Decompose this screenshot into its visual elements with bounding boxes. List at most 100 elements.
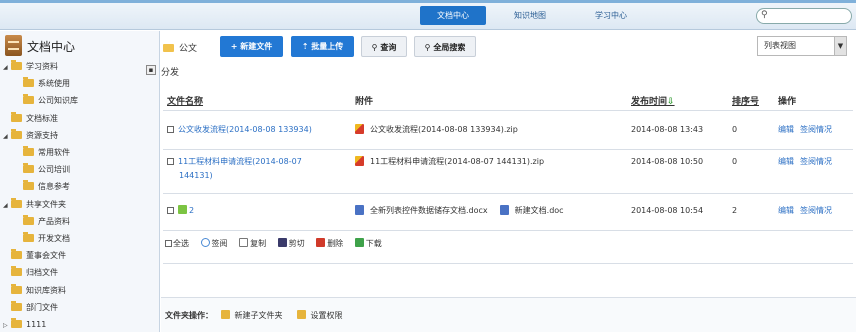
row-divider	[163, 193, 853, 194]
tree-item-label: 1111	[26, 320, 47, 329]
folder-subtitle: 分发	[161, 68, 180, 78]
word-doc-icon	[499, 205, 509, 215]
col-header-attachment: 附件	[355, 97, 374, 107]
attachment-link[interactable]: 新建文档.doc	[515, 206, 564, 215]
topnav-learning-center[interactable]: 学习中心	[578, 6, 644, 25]
tree-toggle-icon[interactable]: ◢	[3, 199, 11, 213]
tree-item[interactable]: 公司知识库	[15, 94, 78, 108]
tree-item[interactable]: ◢ 共享文件夹	[3, 197, 66, 213]
new-subfolder-button[interactable]: 新建子文件夹	[221, 310, 283, 321]
tree-item[interactable]: 文档标准	[3, 111, 58, 126]
tree-item-label: 公司培训	[38, 165, 70, 175]
edit-link[interactable]: 编辑	[778, 155, 794, 169]
file-name-cell: 2	[167, 204, 347, 218]
file-name-link-cont[interactable]: 144131)	[167, 171, 213, 180]
sign-status-link[interactable]: 签阅情况	[800, 204, 832, 218]
sign-button[interactable]: 签阅	[200, 237, 228, 251]
tree-toggle-icon[interactable]: ◢	[3, 61, 11, 75]
download-button[interactable]: 下载	[354, 237, 382, 251]
edit-link[interactable]: 编辑	[778, 123, 794, 137]
attachment-cell: 公文收发流程(2014-08-08 133934).zip	[355, 123, 530, 137]
scissors-icon	[277, 238, 287, 247]
collapse-toggle-icon[interactable]: ▪	[146, 65, 156, 75]
tree-item[interactable]: ◢ 学习资料	[3, 60, 58, 74]
sidebar-header: 文档中心	[0, 31, 159, 61]
edit-link[interactable]: 编辑	[778, 204, 794, 218]
top-stripe	[0, 0, 856, 3]
sign-status-link[interactable]: 签阅情况	[800, 123, 832, 137]
batch-upload-button[interactable]: ⇡ 批量上传	[291, 36, 354, 57]
publish-time-cell: 2014-08-08 13:43	[631, 125, 704, 134]
new-file-button[interactable]: + 新建文件	[220, 36, 283, 57]
folder-icon	[23, 180, 34, 191]
tree-item[interactable]: ◢ 资源支持	[3, 128, 58, 144]
folder-operations-bar: 文件夹操作： 新建子文件夹 设置权限	[161, 297, 856, 332]
topnav-doc-center-label: 文档中心	[437, 11, 469, 20]
tree-item[interactable]: 产品资料	[15, 214, 70, 229]
folder-icon	[23, 214, 34, 225]
tree-item[interactable]: 知识库资料	[3, 283, 66, 298]
folder-icon	[11, 283, 22, 294]
new-subfolder-label: 新建子文件夹	[234, 311, 283, 320]
fulltext-search-button[interactable]: ⚲ 全局搜索	[414, 36, 476, 57]
copy-button[interactable]: 复制	[239, 237, 266, 251]
tree-toggle-icon[interactable]: ◢	[3, 130, 11, 144]
delete-button[interactable]: 删除	[316, 237, 343, 251]
fulltext-search-icon: ⚲	[424, 43, 431, 52]
download-label: 下载	[365, 239, 382, 248]
col-header-order[interactable]: 排序号	[732, 94, 759, 107]
topnav-learning-center-label: 学习中心	[595, 11, 627, 20]
file-name-cell: 11工程材料申请流程(2014-08-07 144131)	[167, 155, 347, 183]
attachment-link[interactable]: 全新列表控件数据储存文档.docx	[370, 206, 488, 215]
folder-open-icon	[163, 44, 174, 52]
tree-item[interactable]: 信息参考	[15, 180, 70, 194]
row-checkbox[interactable]	[167, 207, 174, 214]
file-name-link[interactable]: 11工程材料申请流程(2014-08-07	[178, 157, 302, 166]
folder-icon	[11, 249, 22, 260]
folder-icon	[23, 232, 34, 242]
tree-toggle-icon[interactable]: ▷	[3, 319, 11, 332]
delete-label: 删除	[327, 239, 344, 248]
tree-item[interactable]: 系统使用	[15, 77, 70, 91]
chevron-down-icon: ▼	[834, 37, 846, 55]
checkbox-icon	[165, 240, 172, 247]
file-name-link[interactable]: 公文收发流程(2014-08-08 133934)	[178, 125, 312, 134]
tree-item-label: 学习资料	[26, 62, 58, 71]
top-search-input[interactable]	[771, 10, 847, 22]
sidebar-title: 文档中心	[27, 40, 76, 54]
tree-item[interactable]: 开发文档	[15, 232, 70, 246]
tree-item[interactable]: 公司培训	[15, 163, 70, 177]
attachment-cell: 11工程材料申请流程(2014-08-07 144131).zip	[355, 155, 556, 169]
col-header-publish-time-label: 发布时间	[631, 97, 668, 107]
sign-status-link[interactable]: 签阅情况	[800, 155, 832, 169]
tree-item-label: 董事会文件	[26, 251, 66, 261]
row-checkbox[interactable]	[167, 158, 174, 165]
tree-item[interactable]: 部门文件	[3, 300, 58, 315]
file-name-link[interactable]: 2	[189, 206, 194, 215]
attachment-link[interactable]: 公文收发流程(2014-08-08 133934).zip	[370, 125, 518, 134]
top-search-box[interactable]: ⚲	[756, 8, 852, 24]
header-divider	[163, 110, 853, 111]
tree-item[interactable]: 归档文件	[3, 266, 58, 280]
publish-time-cell: 2014-08-08 10:54	[631, 206, 704, 215]
row-checkbox[interactable]	[167, 126, 174, 133]
set-permission-button[interactable]: 设置权限	[297, 310, 343, 321]
tree-item-label: 共享文件夹	[26, 199, 66, 209]
tree-item[interactable]: 董事会文件	[3, 249, 66, 263]
topnav-knowledge-map[interactable]: 知识地图	[497, 6, 563, 25]
folder-icon	[11, 111, 22, 122]
col-header-name[interactable]: 文件名称	[167, 94, 203, 107]
view-select[interactable]: 列表视图 ▼	[757, 36, 847, 56]
select-all-checkbox[interactable]: 全选	[165, 237, 189, 251]
tree-item[interactable]: ▷ 1111	[3, 318, 46, 332]
col-header-publish-time[interactable]: 发布时间⇩	[631, 94, 675, 107]
green-doc-icon	[178, 205, 187, 214]
cut-label: 剪切	[288, 239, 305, 248]
tree-item[interactable]: 常用软件	[15, 146, 70, 160]
query-button[interactable]: ⚲ 查询	[361, 36, 407, 57]
attachment-link[interactable]: 11工程材料申请流程(2014-08-07 144131).zip	[370, 157, 544, 166]
sidebar: 文档中心 ▪ ◢ 学习资料系统使用公司知识库文档标准 ◢ 资源支持常用软件公司培训信息…	[0, 31, 160, 332]
sign-label: 签阅	[211, 239, 228, 248]
cut-button[interactable]: 剪切	[277, 237, 305, 251]
topnav-doc-center[interactable]: 文档中心	[420, 6, 486, 25]
